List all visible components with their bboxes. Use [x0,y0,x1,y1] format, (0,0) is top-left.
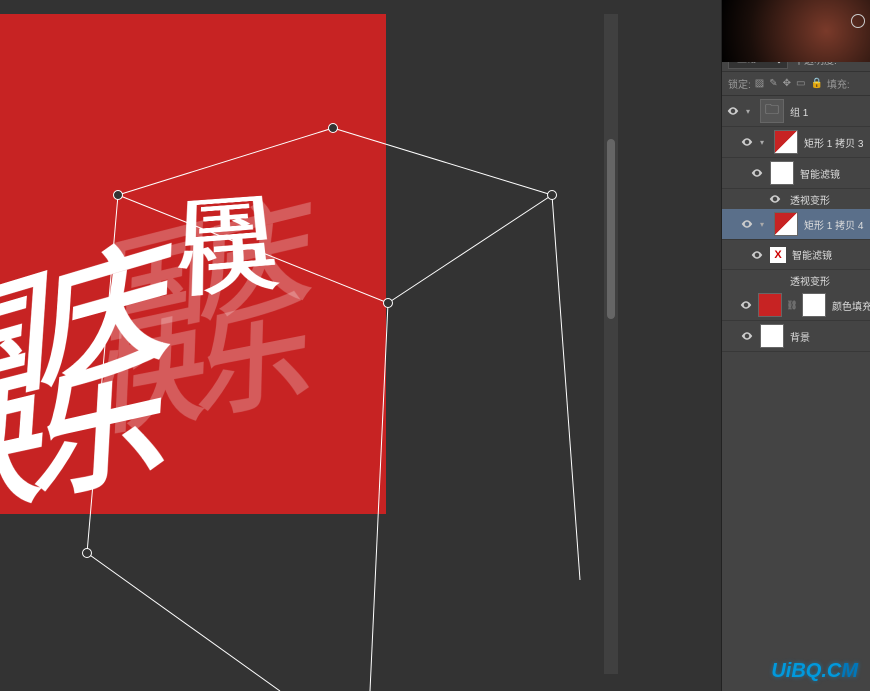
layer-thumbnail[interactable] [760,324,784,348]
visibility-toggle[interactable] [750,248,764,262]
lock-row: 锁定: ▨ ✎ ✥ ▭ 🔒 填充: [722,72,870,96]
transform-handle[interactable] [328,123,338,133]
lock-artboard-icon[interactable]: ▭ [796,78,805,89]
expand-toggle[interactable]: ▾ [760,138,768,147]
smart-filter-label: 智能滤镜 [792,247,832,262]
layer-thumbnail[interactable] [758,293,782,317]
smart-filter-row[interactable]: 智能滤镜 [722,158,870,189]
layer-background[interactable]: 背景 [722,321,870,352]
visibility-toggle[interactable] [768,273,782,287]
mask-link-icon[interactable]: ⛓ [788,293,796,317]
layer-group[interactable]: ▾ 🗀 组 1 [722,96,870,127]
transform-handle[interactable] [82,548,92,558]
smart-filter-label: 智能滤镜 [800,166,840,181]
layer-name: 背景 [790,329,810,344]
lock-paint-icon[interactable]: ✎ [769,78,777,89]
lock-position-icon[interactable]: ✥ [783,78,791,89]
visibility-toggle[interactable] [726,104,740,118]
color-sample-marker[interactable] [851,14,865,28]
expand-toggle[interactable]: ▾ [760,220,768,229]
layer-item[interactable]: ▾ 矩形 1 拷贝 3 [722,127,870,158]
filter-name: 透视变形 [790,192,830,207]
filter-disabled-icon[interactable]: X [770,247,786,263]
lock-transparency-icon[interactable]: ▨ [755,78,764,89]
scrollbar-thumb[interactable] [607,139,615,319]
visibility-toggle[interactable] [740,298,752,312]
fill-label: 填充: [827,76,850,91]
layer-item[interactable]: ⛓ 颜色填充 1 [722,290,870,321]
visibility-toggle[interactable] [750,166,764,180]
filter-entry[interactable]: 透视变形 [722,270,870,290]
transform-handle[interactable] [383,298,393,308]
layer-name: 矩形 1 拷贝 3 [804,135,863,150]
visibility-toggle[interactable] [768,192,782,206]
filter-mask-thumbnail[interactable] [770,161,794,185]
layer-thumbnail[interactable] [774,130,798,154]
canvas-scrollbar-vertical[interactable] [604,14,618,674]
mask-thumbnail[interactable] [802,293,826,317]
layers-panel: 图层 通道 路径 Q 类型 ▭ ◐ T ▱ ▣ 正常 不透明度: 锁定: ▨ ✎… [721,0,870,691]
expand-toggle[interactable]: ▾ [746,107,754,116]
canvas-area[interactable]: 国庆快乐 国快 国庆快乐 [0,0,620,691]
lock-label: 锁定: [728,76,751,91]
lock-all-icon[interactable]: 🔒 [810,78,822,89]
layer-thumbnail[interactable] [774,212,798,236]
layer-name: 颜色填充 1 [832,298,870,313]
filter-entry[interactable]: 透视变形 [722,189,870,209]
layer-name: 组 1 [790,104,808,119]
transform-handle[interactable] [113,190,123,200]
color-preview [722,0,870,62]
filter-name: 透视变形 [790,273,830,288]
visibility-toggle[interactable] [740,217,754,231]
visibility-toggle[interactable] [740,329,754,343]
layer-name: 矩形 1 拷贝 4 [804,217,863,232]
smart-filter-row[interactable]: X 智能滤镜 [722,240,870,270]
layer-item[interactable]: ▾ 矩形 1 拷贝 4 [722,209,870,240]
transform-handle[interactable] [547,190,557,200]
layers-list: ▾ 🗀 组 1 ▾ 矩形 1 拷贝 3 智能滤镜 透视变形 ▾ 矩形 1 拷贝 … [722,96,870,352]
visibility-toggle[interactable] [740,135,754,149]
folder-icon: 🗀 [760,99,784,123]
watermark: UiBQ.CM [771,660,858,683]
